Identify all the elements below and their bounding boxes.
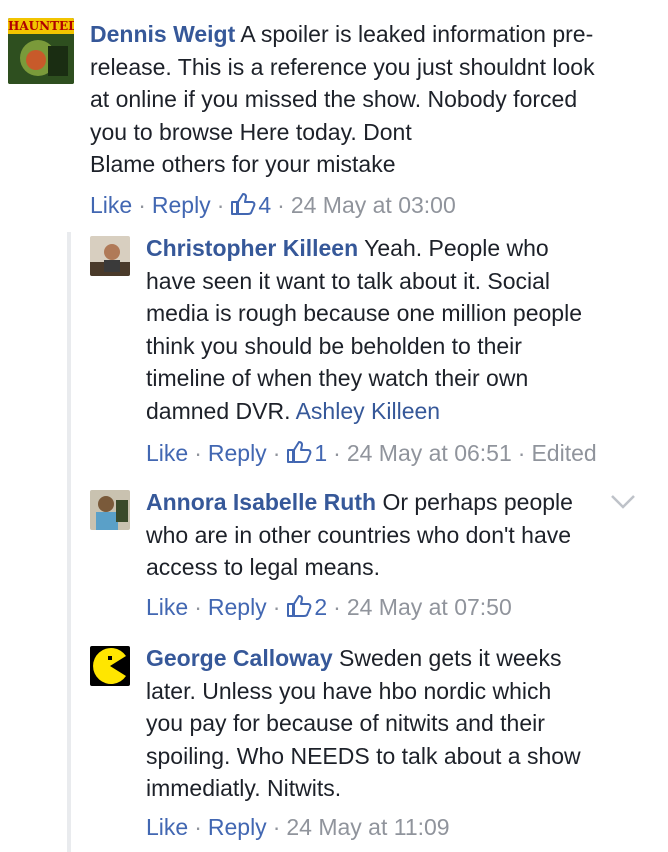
thumbs-up-icon [230, 192, 256, 223]
like-button[interactable]: Like [146, 440, 188, 466]
timestamp[interactable]: 24 May at 11:09 [286, 814, 449, 840]
timestamp[interactable]: 24 May at 03:00 [291, 192, 456, 218]
reply-button[interactable]: Reply [208, 594, 267, 620]
timestamp[interactable]: 24 May at 06:51 [347, 440, 512, 466]
avatar-text: HAUNTED [8, 19, 74, 33]
comment-actions: Like · Reply · 4 · 24 May at 03:00 [90, 190, 456, 223]
reply-button[interactable]: Reply [208, 440, 267, 466]
thumbs-up-icon [286, 594, 312, 625]
like-button[interactable]: Like [90, 192, 132, 218]
timestamp[interactable]: 24 May at 07:50 [347, 594, 512, 620]
author-name[interactable]: Christopher Killeen [146, 235, 358, 261]
reaction-count[interactable]: 1 [286, 440, 327, 466]
reply-button[interactable]: Reply [208, 814, 267, 840]
author-name[interactable]: Annora Isabelle Ruth [146, 489, 376, 515]
author-name[interactable]: Dennis Weigt [90, 21, 235, 47]
avatar[interactable]: HAUNTED [8, 18, 74, 84]
avatar[interactable] [90, 236, 130, 276]
comment-annora-isabelle-ruth: Annora Isabelle Ruth Or perhaps people w… [90, 486, 660, 626]
reaction-count[interactable]: 2 [286, 594, 327, 620]
like-button[interactable]: Like [146, 594, 188, 620]
mention-link[interactable]: Ashley Killeen [296, 398, 440, 424]
comment-dennis-weigt: HAUNTED Dennis Weigt A spoiler is leaked… [8, 18, 658, 228]
comment-george-calloway: George Calloway Sweden gets it weeks lat… [90, 642, 660, 847]
comment-actions: Like · Reply · 1 · 24 May at 06:51 · Edited [146, 438, 597, 471]
comment-body: Dennis Weigt A spoiler is leaked informa… [90, 21, 595, 177]
author-name[interactable]: George Calloway [146, 645, 333, 671]
comment-actions: Like · Reply · 24 May at 11:09 [146, 814, 450, 840]
thumbs-up-icon [286, 440, 312, 471]
reply-thread-line [67, 232, 71, 852]
comment-body: Christopher Killeen Yeah. People who hav… [146, 235, 583, 424]
comment-body: George Calloway Sweden gets it weeks lat… [146, 645, 581, 801]
chevron-down-icon[interactable] [610, 494, 636, 510]
avatar[interactable] [90, 490, 130, 530]
comment-body: Annora Isabelle Ruth Or perhaps people w… [146, 489, 573, 580]
edited-label[interactable]: Edited [531, 440, 596, 466]
reply-button[interactable]: Reply [152, 192, 211, 218]
comment-actions: Like · Reply · 2 · 24 May at 07:50 [146, 592, 512, 625]
comment-christopher-killeen: Christopher Killeen Yeah. People who hav… [90, 232, 660, 472]
like-button[interactable]: Like [146, 814, 188, 840]
avatar[interactable] [90, 646, 130, 686]
reaction-count[interactable]: 4 [230, 192, 271, 218]
